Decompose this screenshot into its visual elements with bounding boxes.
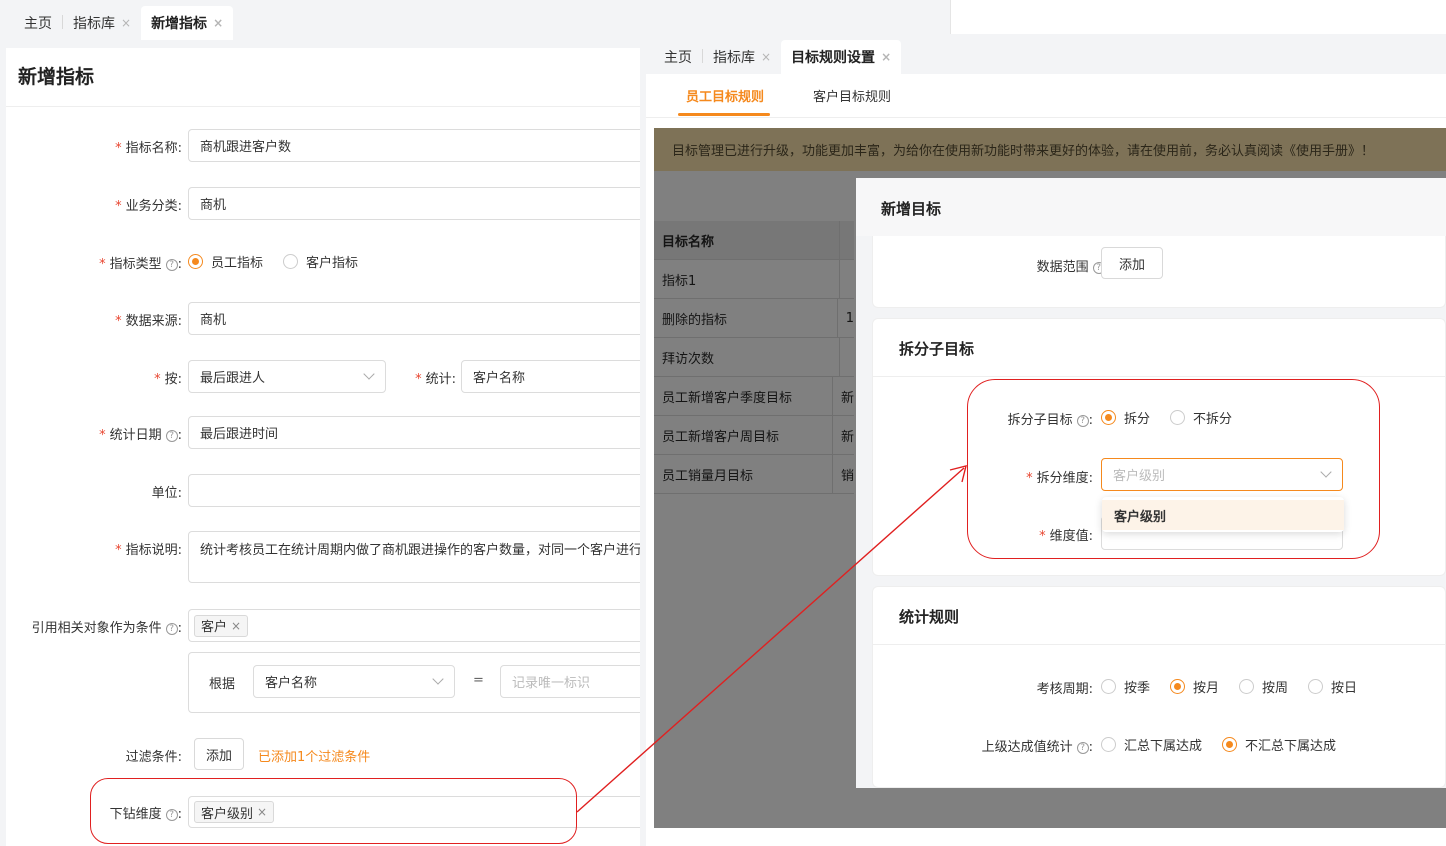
arrow-line bbox=[576, 467, 965, 813]
annotation-arrow bbox=[576, 465, 967, 813]
